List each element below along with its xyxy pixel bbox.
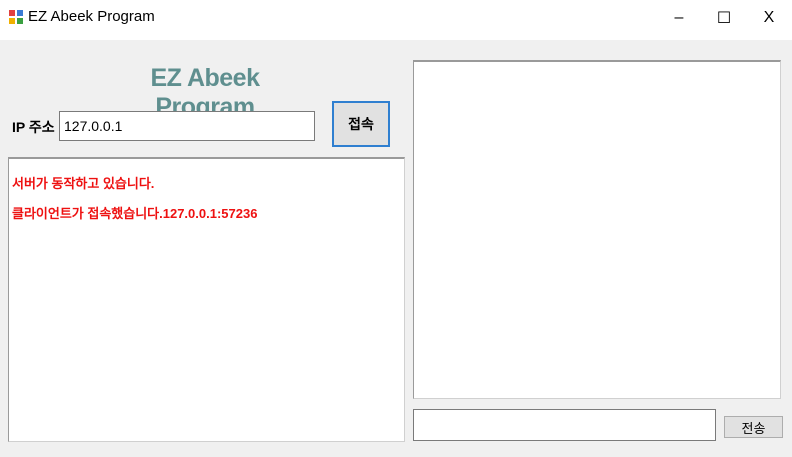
message-input[interactable]: [413, 409, 716, 441]
log-line: 클라이언트가 접속했습니다.127.0.0.1:57236: [12, 206, 258, 221]
maximize-icon: ☐: [716, 10, 732, 27]
close-button[interactable]: X: [746, 0, 792, 36]
app-window-icon: [9, 10, 23, 24]
log-line: 서버가 동작하고 있습니다.: [12, 176, 155, 191]
minimize-icon: –: [674, 9, 684, 26]
minimize-button[interactable]: –: [656, 0, 702, 36]
title-bar: EZ Abeek Program – ☐ X: [0, 0, 792, 40]
window-title: EZ Abeek Program: [28, 8, 155, 25]
send-button[interactable]: 전송: [724, 416, 783, 438]
chat-display-panel[interactable]: [413, 60, 781, 399]
ip-address-input[interactable]: [59, 111, 315, 141]
server-log-panel[interactable]: 서버가 동작하고 있습니다. 클라이언트가 접속했습니다.127.0.0.1:5…: [8, 157, 405, 442]
connect-button[interactable]: 접속: [332, 101, 390, 147]
close-icon: X: [763, 9, 775, 26]
maximize-button[interactable]: ☐: [701, 0, 747, 36]
ip-address-label: IP 주소: [12, 119, 55, 135]
